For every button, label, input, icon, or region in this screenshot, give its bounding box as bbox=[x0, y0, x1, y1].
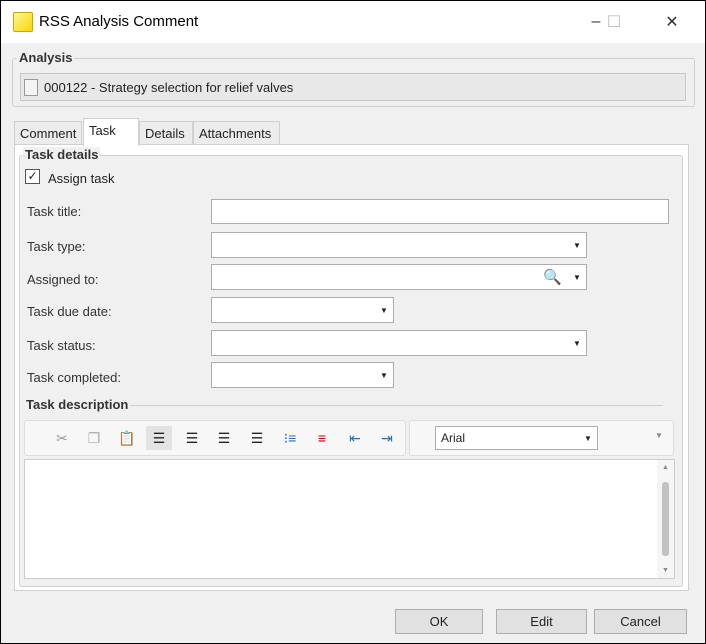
close-button[interactable]: ✕ bbox=[652, 7, 692, 37]
task-status-label: Task status: bbox=[27, 338, 96, 353]
scroll-thumb[interactable] bbox=[662, 482, 669, 556]
task-completed-picker[interactable]: ▼ bbox=[211, 362, 394, 388]
chevron-down-icon[interactable]: ▼ bbox=[568, 265, 586, 289]
toolbar-overflow-icon[interactable]: ▼ bbox=[655, 431, 663, 440]
edit-button[interactable]: Edit bbox=[496, 609, 587, 634]
cut-icon[interactable]: ✂ bbox=[49, 426, 75, 450]
assigned-to-select[interactable]: 🔍 ▼ bbox=[211, 264, 587, 290]
tab-task[interactable]: Task bbox=[83, 118, 139, 146]
window-title: RSS Analysis Comment bbox=[39, 13, 199, 30]
tab-details[interactable]: Details bbox=[139, 121, 193, 145]
font-select[interactable]: Arial ▼ bbox=[435, 426, 598, 450]
task-description-label: Task description bbox=[24, 397, 131, 412]
font-value: Arial bbox=[441, 431, 466, 445]
maximize-button[interactable]: ☐ bbox=[594, 7, 634, 37]
assigned-to-label: Assigned to: bbox=[27, 272, 99, 287]
task-title-label: Task title: bbox=[27, 204, 82, 219]
task-title-input[interactable] bbox=[211, 199, 669, 224]
analysis-label: Analysis bbox=[17, 50, 75, 65]
analysis-value: 000122 - Strategy selection for relief v… bbox=[44, 80, 294, 95]
task-details-label: Task details bbox=[23, 147, 101, 162]
dialog-window: RSS Analysis Comment – ☐ ✕ Analysis 0001… bbox=[1, 1, 705, 643]
task-type-label: Task type: bbox=[27, 239, 86, 254]
task-completed-label: Task completed: bbox=[27, 370, 121, 385]
align-right-icon[interactable]: ☰ bbox=[211, 426, 237, 450]
chevron-down-icon[interactable]: ▼ bbox=[568, 331, 586, 355]
align-center-icon[interactable]: ☰ bbox=[179, 426, 205, 450]
scroll-up-icon[interactable]: ▲ bbox=[662, 464, 669, 471]
title-bar: RSS Analysis Comment – ☐ ✕ bbox=[1, 1, 705, 43]
task-due-date-picker[interactable]: ▼ bbox=[211, 297, 394, 323]
document-icon bbox=[24, 79, 38, 96]
bullet-list-icon[interactable]: ⁝≡ bbox=[277, 426, 303, 450]
numbered-list-icon[interactable]: ≡ bbox=[309, 426, 335, 450]
chevron-down-icon[interactable]: ▼ bbox=[568, 233, 586, 257]
analysis-field: 000122 - Strategy selection for relief v… bbox=[20, 73, 686, 101]
tab-attachments[interactable]: Attachments bbox=[193, 121, 280, 145]
indent-icon[interactable]: ⇥ bbox=[374, 426, 400, 450]
assign-task-checkbox[interactable]: ✓ bbox=[25, 169, 40, 184]
assign-task-label: Assign task bbox=[48, 171, 115, 186]
chevron-down-icon[interactable]: ▼ bbox=[375, 298, 393, 322]
copy-icon[interactable]: ❐ bbox=[81, 426, 107, 450]
search-icon[interactable]: 🔍 bbox=[543, 268, 562, 286]
outdent-icon[interactable]: ⇤ bbox=[342, 426, 368, 450]
chevron-down-icon[interactable]: ▼ bbox=[375, 363, 393, 387]
task-status-select[interactable]: ▼ bbox=[211, 330, 587, 356]
scroll-down-icon[interactable]: ▼ bbox=[662, 567, 669, 574]
ok-button[interactable]: OK bbox=[395, 609, 483, 634]
align-left-icon[interactable]: ☰ bbox=[146, 426, 172, 450]
tab-comment[interactable]: Comment bbox=[14, 121, 82, 145]
cancel-button[interactable]: Cancel bbox=[594, 609, 687, 634]
task-description-editor[interactable]: ▲ ▼ bbox=[24, 459, 675, 579]
chevron-down-icon[interactable]: ▼ bbox=[579, 427, 597, 449]
scrollbar[interactable]: ▲ ▼ bbox=[657, 460, 674, 578]
justify-icon[interactable]: ☰ bbox=[244, 426, 270, 450]
task-due-date-label: Task due date: bbox=[27, 304, 112, 319]
paste-icon[interactable]: 📋 bbox=[114, 426, 140, 450]
task-type-select[interactable]: ▼ bbox=[211, 232, 587, 258]
app-icon bbox=[13, 12, 33, 32]
